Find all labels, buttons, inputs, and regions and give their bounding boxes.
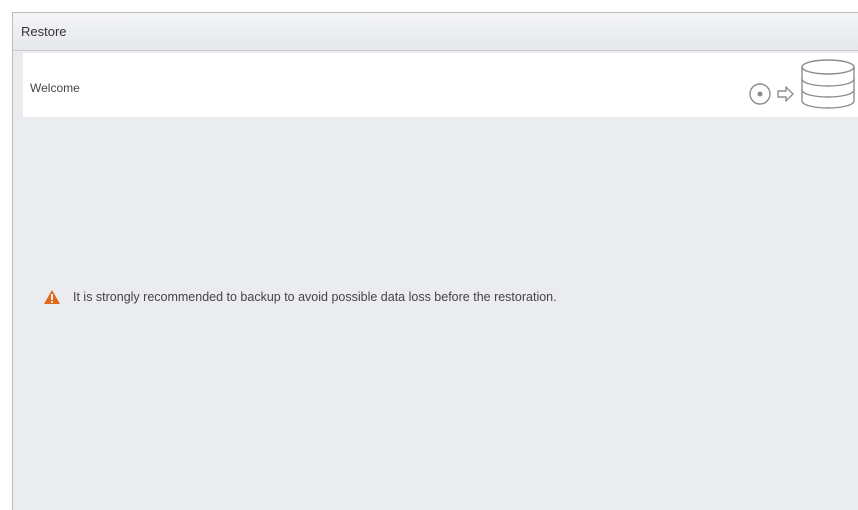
window-titlebar: Restore [13, 13, 858, 51]
arrow-right-icon [777, 86, 794, 102]
welcome-panel: Welcome [23, 53, 858, 117]
restore-circle-icon [749, 83, 771, 105]
warning-text: It is strongly recommended to backup to … [73, 290, 557, 304]
window-title: Restore [21, 24, 67, 39]
welcome-icons [748, 57, 858, 113]
content-area: It is strongly recommended to backup to … [23, 117, 858, 510]
welcome-title: Welcome [30, 81, 80, 95]
restore-window: Restore Welcome It is strongly recommend… [12, 12, 858, 510]
warning-triangle-icon [44, 290, 60, 304]
warning-message: It is strongly recommended to backup to … [43, 289, 557, 305]
database-icon [801, 59, 855, 109]
